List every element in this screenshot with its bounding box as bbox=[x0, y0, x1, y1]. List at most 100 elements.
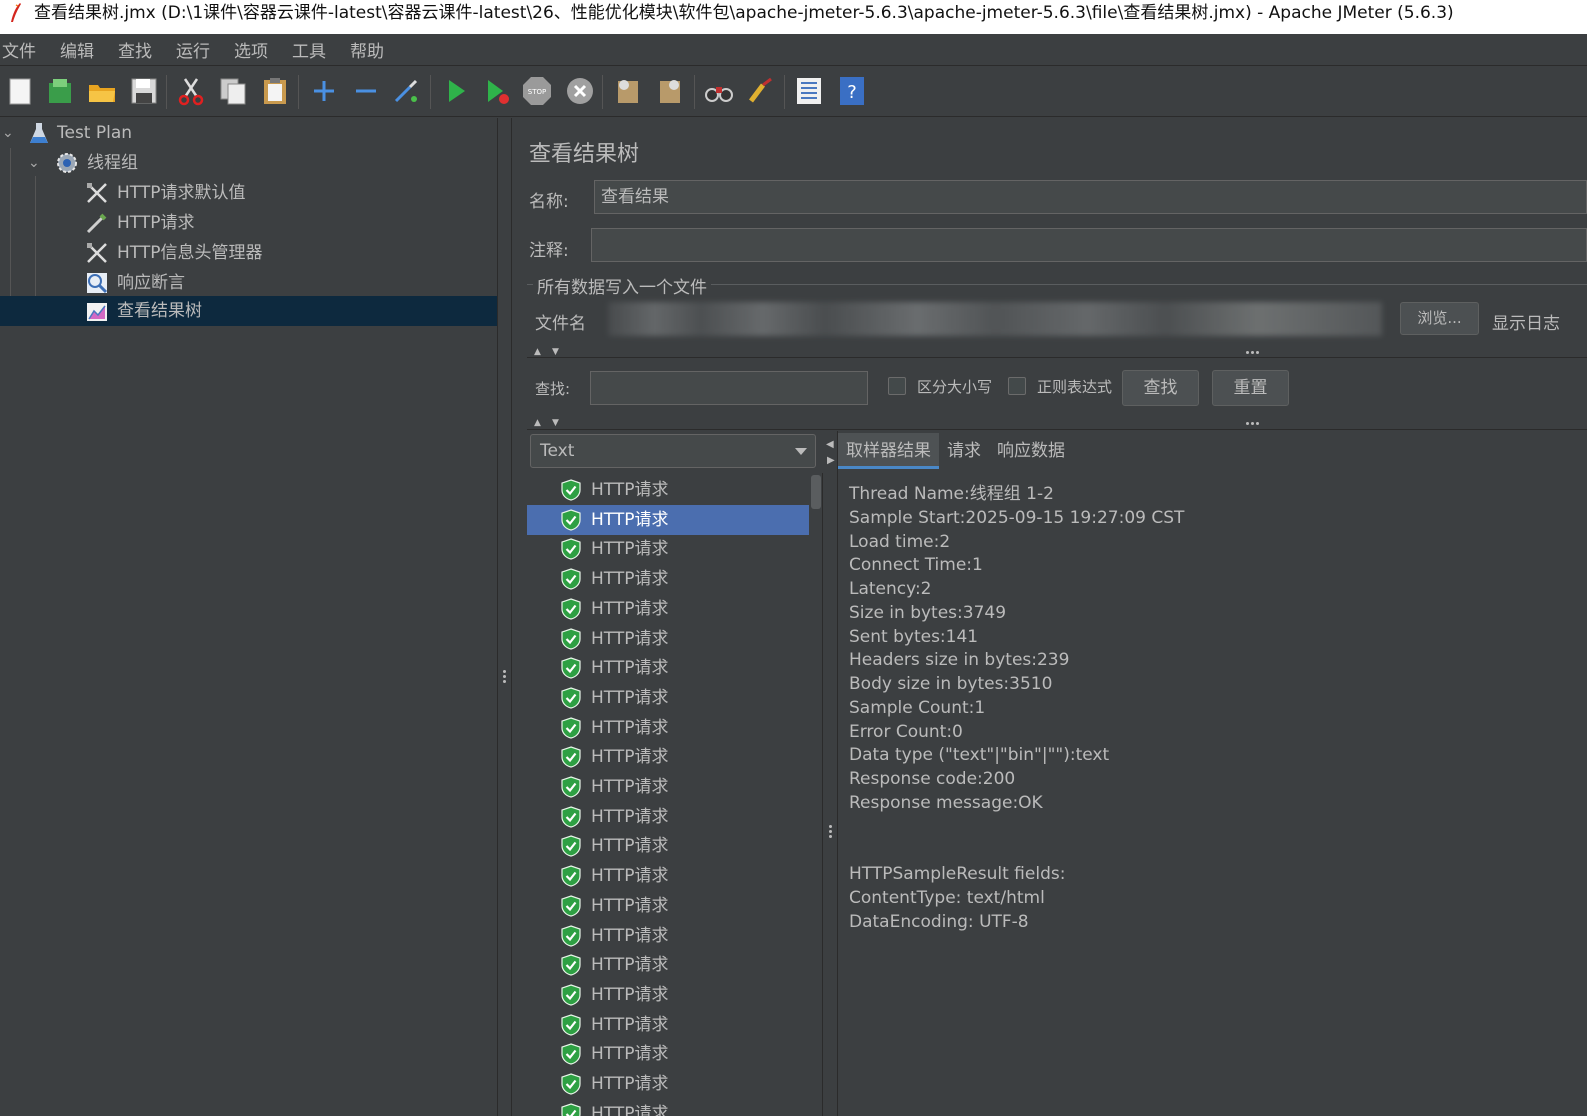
chevron-down-icon bbox=[795, 448, 807, 455]
collapse-up-icon[interactable]: ▲ bbox=[534, 418, 541, 428]
collapse-right-icon[interactable]: ▶ bbox=[827, 455, 835, 466]
results-scrollbar[interactable] bbox=[811, 473, 821, 1116]
help-icon[interactable]: ? bbox=[836, 75, 868, 107]
results-area: Text ◀ ▶ HTTP请求 HTTP请求 HTTP请求 HTTP请求 HTTP请求 H… bbox=[527, 431, 1587, 1116]
comment-field[interactable] bbox=[591, 228, 1587, 262]
result-list-item[interactable]: HTTP请求 bbox=[527, 534, 809, 564]
chevron-down-icon[interactable]: ⌄ bbox=[2, 118, 14, 148]
case-sensitive-checkbox[interactable] bbox=[888, 377, 906, 395]
result-list-item[interactable]: HTTP请求 bbox=[527, 861, 809, 891]
result-list-item[interactable]: HTTP请求 bbox=[527, 1010, 809, 1040]
shutdown-icon[interactable] bbox=[564, 75, 596, 107]
stop-icon[interactable]: STOP bbox=[521, 75, 553, 107]
result-list-item[interactable]: HTTP请求 bbox=[527, 624, 809, 654]
result-list-item[interactable]: HTTP请求 bbox=[527, 772, 809, 802]
sample-results-list: HTTP请求 HTTP请求 HTTP请求 HTTP请求 HTTP请求 HTTP请求 HTTP… bbox=[527, 473, 823, 1116]
success-shield-icon bbox=[561, 627, 581, 650]
menu-help[interactable]: 帮助 bbox=[350, 37, 406, 62]
name-label: 名称: bbox=[529, 192, 569, 212]
result-list-item[interactable]: HTTP请求 bbox=[527, 1069, 809, 1099]
new-icon[interactable] bbox=[4, 75, 36, 107]
collapse-down-icon[interactable]: ▼ bbox=[552, 347, 559, 357]
result-list-item[interactable]: HTTP请求 bbox=[527, 594, 809, 624]
tab-response-data[interactable]: 响应数据 bbox=[989, 433, 1073, 469]
reset-search-icon[interactable] bbox=[745, 75, 777, 107]
search-input[interactable] bbox=[590, 371, 868, 405]
menu-search[interactable]: 查找 bbox=[118, 37, 174, 62]
clear-icon[interactable] bbox=[612, 75, 644, 107]
save-icon[interactable] bbox=[128, 75, 160, 107]
browse-button[interactable]: 浏览... bbox=[1400, 302, 1479, 335]
regex-checkbox[interactable] bbox=[1008, 377, 1026, 395]
name-field[interactable]: 查看结果 bbox=[594, 180, 1587, 214]
search-label: 查找: bbox=[535, 380, 571, 398]
case-sensitive-label: 区分大小写 bbox=[917, 378, 993, 396]
menu-bar: 文件 编辑 查找 运行 选项 工具 帮助 bbox=[0, 34, 1587, 66]
result-list-item[interactable]: HTTP请求 bbox=[527, 713, 809, 743]
result-list-item[interactable]: HTTP请求 bbox=[527, 891, 809, 921]
result-item-label: HTTP请求 bbox=[591, 658, 669, 679]
tab-request[interactable]: 请求 bbox=[939, 433, 989, 469]
function-helper-icon[interactable] bbox=[793, 75, 825, 107]
tree-item-test-plan[interactable]: ⌄ Test Plan bbox=[0, 118, 497, 148]
result-list-item[interactable]: HTTP请求 bbox=[527, 475, 809, 505]
expand-icon[interactable] bbox=[308, 75, 340, 107]
start-no-pause-icon[interactable] bbox=[481, 75, 513, 107]
result-list-item[interactable]: HTTP请求 bbox=[527, 653, 809, 683]
result-list-item[interactable]: HTTP请求 bbox=[527, 831, 809, 861]
tree-item-thread-group[interactable]: ⌄ 线程组 bbox=[0, 148, 497, 178]
collapse-up-icon[interactable]: ▲ bbox=[534, 347, 541, 357]
menu-file[interactable]: 文件 bbox=[2, 37, 58, 62]
file-section-title: 所有数据写入一个文件 bbox=[533, 273, 711, 298]
result-list-item[interactable]: HTTP请求 bbox=[527, 950, 809, 980]
results-scroll-thumb[interactable] bbox=[811, 475, 821, 509]
cut-icon[interactable] bbox=[175, 75, 207, 107]
result-list-item[interactable]: HTTP请求 bbox=[527, 980, 809, 1010]
collapse-left-icon[interactable]: ◀ bbox=[826, 439, 834, 450]
start-icon[interactable] bbox=[440, 75, 472, 107]
result-item-label: HTTP请求 bbox=[591, 1074, 669, 1094]
menu-options[interactable]: 选项 bbox=[234, 37, 290, 62]
tree-item-http-defaults[interactable]: HTTP请求默认值 bbox=[0, 178, 497, 208]
result-list-item[interactable]: HTTP请求 bbox=[527, 564, 809, 594]
paste-icon[interactable] bbox=[259, 75, 291, 107]
templates-icon[interactable] bbox=[44, 75, 76, 107]
result-list-item[interactable]: HTTP请求 bbox=[527, 802, 809, 832]
find-button[interactable]: 查找 bbox=[1122, 370, 1199, 406]
result-list-item[interactable]: HTTP请求 bbox=[527, 504, 809, 535]
filename-field[interactable] bbox=[608, 302, 1382, 336]
chevron-down-icon[interactable]: ⌄ bbox=[28, 148, 40, 178]
collapse-icon[interactable] bbox=[350, 75, 382, 107]
menu-run[interactable]: 运行 bbox=[176, 37, 232, 62]
result-list-item[interactable]: HTTP请求 bbox=[527, 1039, 809, 1069]
result-item-label: HTTP请求 bbox=[591, 777, 669, 797]
toggle-icon[interactable] bbox=[390, 75, 422, 107]
tree-item-view-results-tree[interactable]: 查看结果树 bbox=[0, 296, 497, 326]
tab-sampler-result[interactable]: 取样器结果 bbox=[838, 433, 939, 469]
open-icon[interactable] bbox=[86, 75, 118, 107]
result-item-label: HTTP请求 bbox=[591, 747, 669, 768]
result-list-item[interactable]: HTTP请求 bbox=[527, 1099, 809, 1116]
success-shield-icon bbox=[561, 657, 581, 679]
result-list-item[interactable]: HTTP请求 bbox=[527, 683, 809, 713]
result-item-label: HTTP请求 bbox=[591, 569, 669, 590]
clear-all-icon[interactable] bbox=[654, 75, 686, 107]
renderer-select[interactable]: Text bbox=[530, 434, 816, 468]
tree-item-response-assertion[interactable]: 响应断言 bbox=[0, 268, 497, 298]
success-shield-icon bbox=[561, 538, 581, 561]
tree-item-http-request[interactable]: HTTP请求 bbox=[0, 208, 497, 238]
result-list-item[interactable]: HTTP请求 bbox=[527, 742, 809, 772]
result-list-item[interactable]: HTTP请求 bbox=[527, 921, 809, 951]
collapse-down-icon[interactable]: ▼ bbox=[552, 418, 559, 428]
result-item-label: HTTP请求 bbox=[591, 480, 669, 500]
main-splitter[interactable] bbox=[498, 118, 512, 1116]
result-item-label: HTTP请求 bbox=[591, 598, 669, 619]
search-icon[interactable] bbox=[703, 75, 735, 107]
result-item-label: HTTP请求 bbox=[591, 895, 669, 916]
reset-button[interactable]: 重置 bbox=[1212, 370, 1289, 406]
tree-item-header-manager[interactable]: HTTP信息头管理器 bbox=[0, 238, 497, 268]
menu-edit[interactable]: 编辑 bbox=[60, 37, 116, 62]
menu-tools[interactable]: 工具 bbox=[292, 37, 348, 62]
config-element-icon bbox=[87, 183, 107, 203]
copy-icon[interactable] bbox=[217, 75, 249, 107]
